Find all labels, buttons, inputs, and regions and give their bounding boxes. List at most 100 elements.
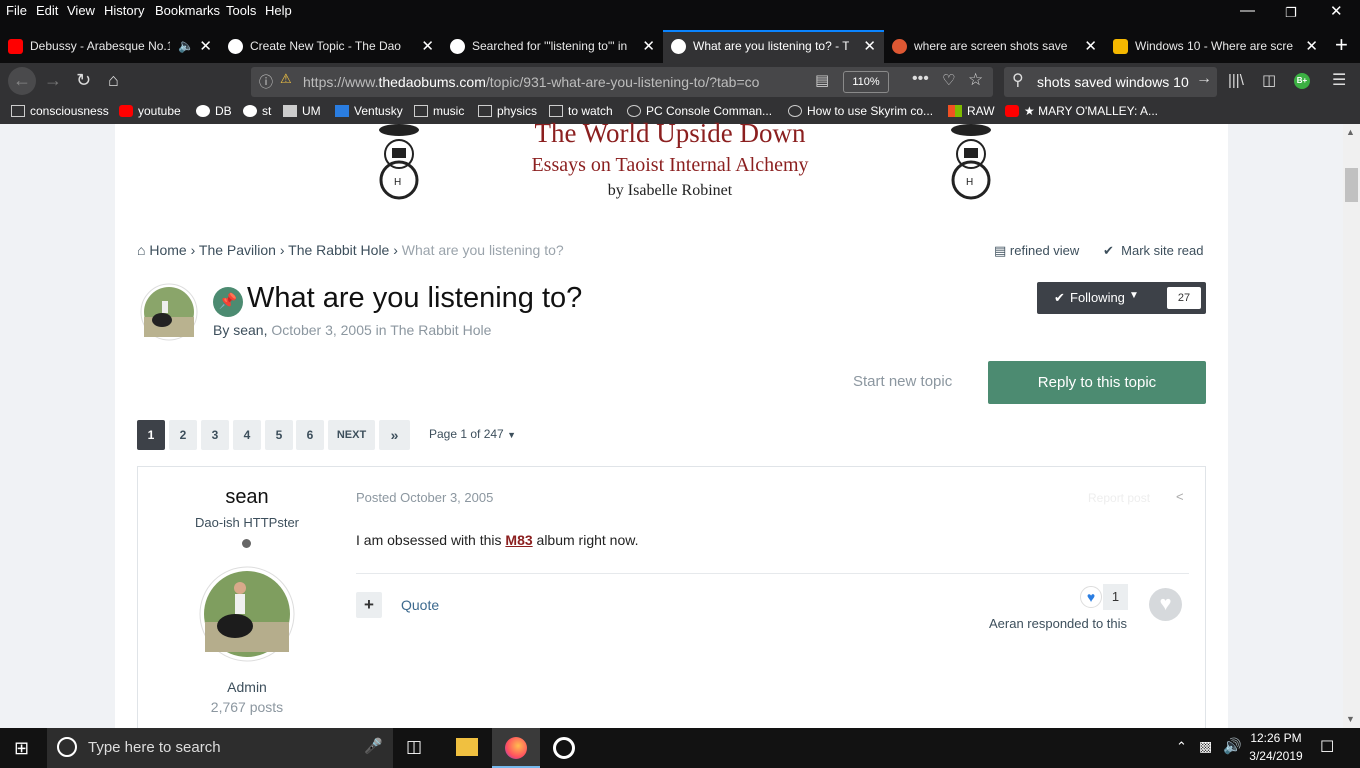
reaction-count[interactable]: 1 [1103, 584, 1128, 610]
action-center-icon[interactable]: ☐ [1320, 737, 1334, 757]
menu-file[interactable]: File [6, 3, 27, 18]
volume-icon[interactable]: 🔊 [1223, 737, 1242, 755]
tab-listening[interactable]: What are you listening to? - The ✕ [663, 30, 884, 63]
close-tab-icon[interactable]: ✕ [199, 37, 212, 55]
scroll-up-icon[interactable]: ▲ [1346, 127, 1355, 137]
windows-start-icon[interactable]: ⊞ [14, 738, 29, 759]
bookmark-youtube[interactable]: youtube [119, 104, 181, 118]
report-post-link[interactable]: Report post [1088, 491, 1150, 505]
task-view-icon[interactable]: ◫ [406, 737, 422, 757]
close-tab-icon[interactable]: ✕ [1084, 37, 1097, 55]
breadcrumb-home[interactable]: Home [149, 242, 186, 258]
post-author[interactable]: sean [137, 486, 357, 509]
pocket-icon[interactable]: ♡ [942, 71, 955, 89]
close-tab-icon[interactable]: ✕ [642, 37, 655, 55]
search-go-icon[interactable]: → [1196, 70, 1212, 88]
page-2[interactable]: 2 [169, 420, 197, 450]
tab-searched[interactable]: Searched for '"listening to"' in ✕ [442, 30, 663, 63]
minimize-icon[interactable]: — [1240, 2, 1255, 19]
menu-history[interactable]: History [104, 3, 144, 18]
breadcrumb-pavilion[interactable]: The Pavilion [199, 242, 276, 258]
reload-icon[interactable]: ↻ [76, 70, 91, 91]
page-last[interactable]: » [379, 420, 410, 450]
page-next[interactable]: NEXT [328, 420, 375, 450]
bookmark-raw[interactable]: RAW [948, 104, 995, 118]
microphone-icon[interactable]: 🎤 [364, 737, 383, 755]
scroll-down-icon[interactable]: ▼ [1346, 714, 1355, 724]
reader-view-icon[interactable]: ▤ [815, 71, 829, 89]
network-icon[interactable]: ▩ [1199, 738, 1212, 755]
close-window-icon[interactable]: ✕ [1330, 2, 1343, 20]
share-icon[interactable]: < [1176, 489, 1184, 504]
bookmark-mary[interactable]: ★ MARY O'MALLEY: A... [1005, 104, 1158, 118]
forward-icon[interactable]: → [44, 70, 62, 91]
forum-link[interactable]: The Rabbit Hole [390, 322, 491, 338]
bookmark-db[interactable]: DB [196, 104, 232, 118]
library-icon[interactable]: |||\ [1228, 72, 1244, 89]
bookmark-um[interactable]: UM [283, 104, 321, 118]
scrollbar-thumb[interactable] [1345, 168, 1358, 202]
menu-view[interactable]: View [67, 3, 95, 18]
like-reaction-icon[interactable]: ♥ [1080, 586, 1102, 608]
bookmark-physics[interactable]: physics [478, 104, 537, 118]
bookmark-st[interactable]: st [243, 104, 271, 118]
mark-site-read-link[interactable]: ✔ Mark site read [1103, 243, 1204, 259]
menu-hamburger-icon[interactable]: ☰ [1332, 70, 1346, 90]
zoom-level[interactable]: 110% [843, 71, 889, 93]
bookmark-ventusky[interactable]: Ventusky [335, 104, 403, 118]
close-tab-icon[interactable]: ✕ [1305, 37, 1318, 55]
multiquote-button[interactable]: + [356, 592, 382, 618]
menu-tools[interactable]: Tools [226, 3, 256, 18]
restore-icon[interactable]: ❐ [1285, 5, 1297, 21]
page-5[interactable]: 5 [265, 420, 293, 450]
taskbar-search[interactable]: Type here to search 🎤 [47, 728, 393, 768]
menu-edit[interactable]: Edit [36, 3, 58, 18]
m83-link[interactable]: M83 [505, 532, 532, 548]
show-hidden-icons[interactable]: ⌃ [1176, 739, 1187, 755]
sidebar-icon[interactable]: ◫ [1262, 71, 1276, 89]
following-button[interactable]: ✔ Following ▼ 27 [1037, 282, 1206, 314]
tab-windows10[interactable]: Windows 10 - Where are screens ✕ [1105, 30, 1326, 63]
breadcrumb-rabbit-hole[interactable]: The Rabbit Hole [288, 242, 389, 258]
page-4[interactable]: 4 [233, 420, 261, 450]
tab-debussy[interactable]: Debussy - Arabesque No.1 🔈 ✕ [0, 30, 220, 63]
lock-warning-icon[interactable]: ⚠ [280, 71, 292, 87]
page-1[interactable]: 1 [137, 420, 165, 450]
bookmark-skyrim[interactable]: How to use Skyrim co... [788, 104, 933, 118]
extension-icon[interactable]: B+ [1294, 73, 1310, 89]
menu-help[interactable]: Help [265, 3, 292, 18]
close-tab-icon[interactable]: ✕ [421, 37, 434, 55]
info-icon[interactable]: ⓘ [259, 72, 273, 92]
refined-view-link[interactable]: ▤ refined view [994, 243, 1079, 259]
page-6[interactable]: 6 [296, 420, 324, 450]
author-avatar[interactable] [140, 283, 198, 341]
menu-bookmarks[interactable]: Bookmarks [155, 3, 220, 18]
clock-time[interactable]: 12:26 PM [1250, 731, 1302, 745]
new-tab-icon[interactable]: + [1335, 32, 1348, 58]
bookmark-star-icon[interactable]: ☆ [968, 70, 983, 90]
home-icon[interactable]: ⌂ [108, 70, 119, 91]
bookmark-music[interactable]: music [414, 104, 464, 118]
home-icon[interactable]: ⌂ [137, 242, 145, 258]
tab-create-topic[interactable]: Create New Topic - The Dao Bums ✕ [220, 30, 442, 63]
file-explorer-icon[interactable] [456, 738, 478, 756]
react-heart-icon[interactable]: ♥ [1149, 588, 1182, 621]
bookmark-to-watch[interactable]: to watch [549, 104, 613, 118]
page-actions-icon[interactable]: ••• [912, 70, 929, 88]
clock-date[interactable]: 3/24/2019 [1248, 749, 1304, 763]
bookmark-pc-console[interactable]: PC Console Comman... [627, 104, 772, 118]
scrollbar[interactable] [1343, 124, 1360, 728]
page-3[interactable]: 3 [201, 420, 229, 450]
bookmark-consciousness[interactable]: consciousness [11, 104, 109, 118]
author-link[interactable]: sean [233, 322, 263, 338]
firefox-taskbar-button[interactable] [492, 728, 540, 768]
post-author-avatar[interactable] [199, 566, 295, 662]
search-input[interactable]: shots saved windows 10 [1037, 74, 1189, 90]
url-text[interactable]: https://www.thedaobums.com/topic/931-wha… [303, 74, 793, 90]
close-tab-icon[interactable]: ✕ [863, 37, 876, 55]
quote-button[interactable]: Quote [401, 597, 439, 613]
reply-button[interactable]: Reply to this topic [988, 361, 1206, 404]
page-jump[interactable]: Page 1 of 247 ▼ [429, 427, 516, 441]
speaker-icon[interactable]: 🔈 [178, 38, 194, 54]
start-new-topic-button[interactable]: Start new topic [853, 373, 952, 390]
